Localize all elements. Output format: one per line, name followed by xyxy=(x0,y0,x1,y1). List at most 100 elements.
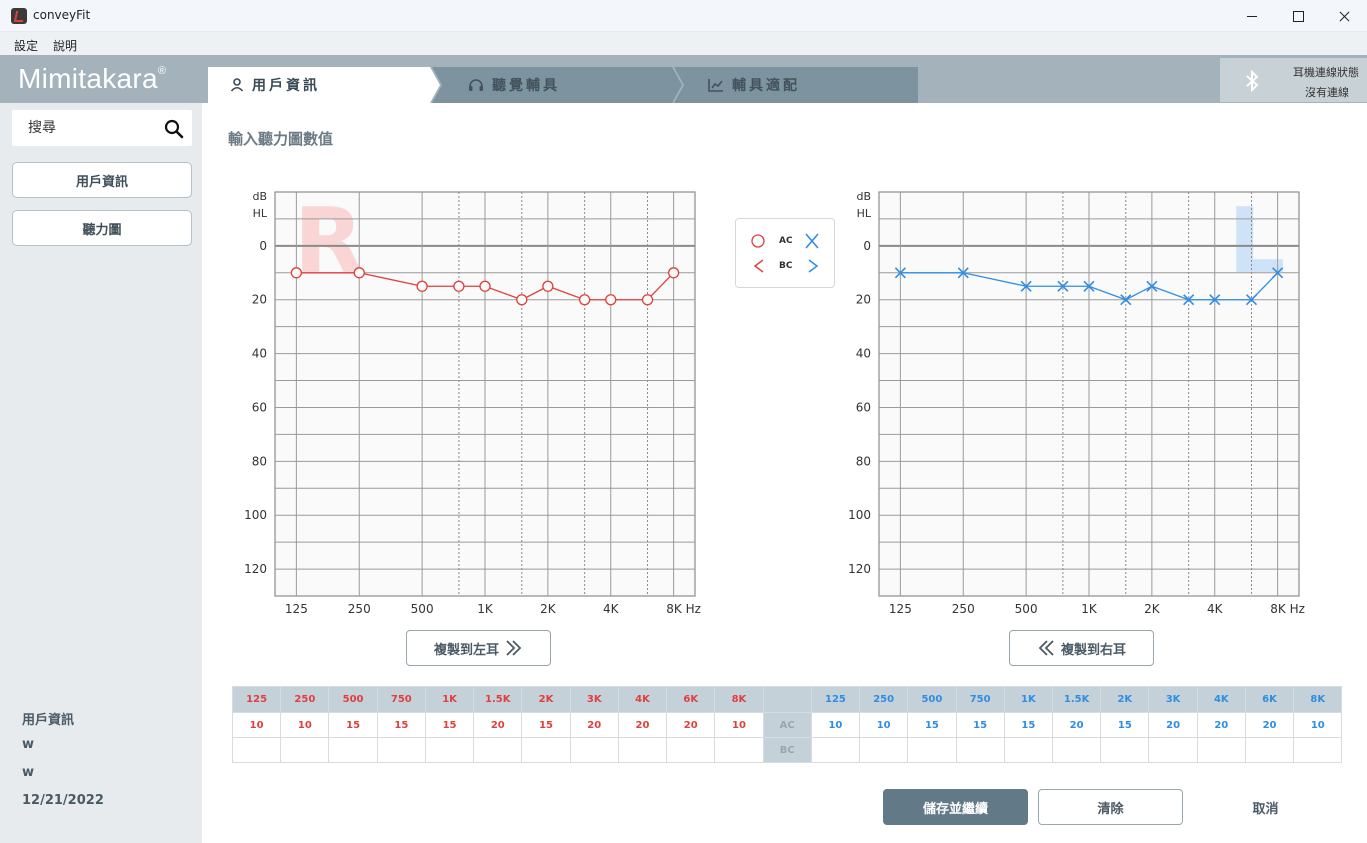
y-tick-label: 80 xyxy=(856,454,871,468)
ac-left-cell[interactable]: 20 xyxy=(1051,712,1102,738)
app-header: Mimitakara® 用戶資訊 聽覺輔具 輔具適配 耳機連線狀態 沒有連線 xyxy=(0,55,1367,103)
bc-right-cell[interactable] xyxy=(617,737,668,763)
data-point[interactable] xyxy=(667,267,680,279)
ac-left-cell[interactable]: 15 xyxy=(955,712,1005,738)
bc-left-cell[interactable] xyxy=(810,737,861,763)
y-tick-label: 0 xyxy=(863,239,871,253)
ac-right-cell[interactable]: 10 xyxy=(280,712,330,738)
save-continue-button[interactable]: 儲存並繼續 xyxy=(883,789,1028,825)
close-button[interactable] xyxy=(1321,0,1367,32)
freq-header-right: 6K xyxy=(666,686,716,713)
y-tick-label: 60 xyxy=(252,400,267,414)
y-axis-label: dB xyxy=(856,190,871,203)
data-point[interactable] xyxy=(353,267,365,279)
ac-left-cell[interactable]: 10 xyxy=(1293,712,1343,738)
ac-right-cell[interactable]: 20 xyxy=(617,712,668,738)
ac-right-cell[interactable]: 15 xyxy=(424,712,475,738)
search-icon[interactable] xyxy=(164,119,184,139)
tab-fitting[interactable]: 輔具適配 xyxy=(674,67,918,103)
ac-right-cell[interactable]: 10 xyxy=(231,712,282,738)
bc-right-cell[interactable] xyxy=(376,737,426,763)
sidebar-item-user-info[interactable]: 用戶資訊 xyxy=(12,162,192,198)
data-point[interactable] xyxy=(516,294,528,306)
ac-right-cell[interactable]: 10 xyxy=(714,712,764,738)
tab-hearing-aid[interactable]: 聽覺輔具 xyxy=(432,67,682,103)
tab-user-info[interactable]: 用戶資訊 xyxy=(208,67,440,103)
bc-right-cell[interactable] xyxy=(521,737,571,763)
ac-left-cell[interactable]: 15 xyxy=(907,712,957,738)
minimize-button[interactable] xyxy=(1229,0,1275,32)
x-tick-label: 125 xyxy=(889,602,912,616)
ac-right-symbol xyxy=(751,234,765,248)
bc-left-symbol xyxy=(808,259,819,273)
y-tick-label: 100 xyxy=(244,508,267,522)
bc-left-cell[interactable] xyxy=(1051,737,1102,763)
bc-left-cell[interactable] xyxy=(955,737,1005,763)
menu-settings[interactable]: 設定 xyxy=(14,37,38,54)
maximize-button[interactable] xyxy=(1275,0,1321,32)
bc-left-cell[interactable] xyxy=(907,737,957,763)
data-point[interactable] xyxy=(479,280,491,292)
data-point[interactable] xyxy=(641,294,654,306)
bc-left-cell[interactable] xyxy=(1148,737,1198,763)
row-label-bc: BC xyxy=(762,737,812,763)
freq-header-left: 1.5K xyxy=(1051,686,1102,713)
x-tick-label: 500 xyxy=(1015,602,1038,616)
copy-to-right-ear-button[interactable]: 複製到右耳 xyxy=(1009,630,1154,666)
x-tick-label: 125 xyxy=(285,602,308,616)
ac-right-cell[interactable]: 15 xyxy=(521,712,571,738)
bc-right-cell[interactable] xyxy=(328,737,378,763)
x-tick-label: 1K xyxy=(477,602,494,616)
bc-right-cell[interactable] xyxy=(569,737,619,763)
search-box xyxy=(12,110,192,146)
y-axis-label: HL xyxy=(253,207,268,220)
y-axis-label: HL xyxy=(857,207,872,220)
bc-right-cell[interactable] xyxy=(473,737,523,763)
ac-left-cell[interactable]: 20 xyxy=(1148,712,1198,738)
ac-left-cell[interactable]: 20 xyxy=(1244,712,1295,738)
ac-left-cell[interactable]: 10 xyxy=(859,712,909,738)
freq-header-right: 1K xyxy=(424,686,475,713)
ac-right-cell[interactable]: 15 xyxy=(376,712,426,738)
bc-left-cell[interactable] xyxy=(1293,737,1343,763)
bc-left-cell[interactable] xyxy=(1196,737,1246,763)
data-point[interactable] xyxy=(416,280,428,292)
data-point[interactable] xyxy=(605,294,617,306)
cancel-button[interactable]: 取消 xyxy=(1193,789,1338,825)
data-point[interactable] xyxy=(453,280,465,292)
app-icon xyxy=(11,8,27,24)
audiogram-right[interactable]: RdB HL 0 20 40 60 80 100 120 125 250 500 1K 2K 4K 8K Hz xyxy=(236,185,716,625)
bc-right-cell[interactable] xyxy=(666,737,716,763)
bc-left-cell[interactable] xyxy=(1003,737,1053,763)
bluetooth-icon xyxy=(1246,70,1259,92)
data-point[interactable] xyxy=(290,267,303,279)
audiogram-left[interactable]: LdB HL 0 20 40 60 80 100 120 125 250 500 1K 2K 4K 8K Hz xyxy=(840,185,1320,625)
bc-left-cell[interactable] xyxy=(1244,737,1295,763)
bc-right-cell[interactable] xyxy=(280,737,330,763)
bc-left-cell[interactable] xyxy=(859,737,909,763)
bc-right-cell[interactable] xyxy=(424,737,475,763)
x-tick-label: 2K xyxy=(1144,602,1161,616)
ac-right-cell[interactable]: 20 xyxy=(473,712,523,738)
data-point[interactable] xyxy=(542,280,554,292)
data-point[interactable] xyxy=(579,294,591,306)
bc-right-cell[interactable] xyxy=(714,737,764,763)
ac-left-cell[interactable]: 15 xyxy=(1100,712,1150,738)
ac-right-cell[interactable]: 20 xyxy=(666,712,716,738)
copy-to-left-ear-button[interactable]: 複製到左耳 xyxy=(406,630,551,666)
clear-button[interactable]: 清除 xyxy=(1038,789,1183,825)
bc-left-cell[interactable] xyxy=(1100,737,1150,763)
bc-right-cell[interactable] xyxy=(231,737,282,763)
y-tick-label: 20 xyxy=(252,293,267,307)
ac-right-cell[interactable]: 15 xyxy=(328,712,378,738)
ac-left-cell[interactable]: 15 xyxy=(1003,712,1053,738)
ac-left-cell[interactable]: 10 xyxy=(810,712,861,738)
freq-header-right: 500 xyxy=(328,686,378,713)
x-tick-label: 4K xyxy=(1207,602,1224,616)
ac-left-cell[interactable]: 20 xyxy=(1196,712,1246,738)
sidebar-item-audiogram[interactable]: 聽力圖 xyxy=(12,210,192,246)
menu-help[interactable]: 說明 xyxy=(53,37,77,54)
menu-bar: 設定 說明 xyxy=(0,32,1367,55)
ac-right-cell[interactable]: 20 xyxy=(569,712,619,738)
search-input[interactable] xyxy=(12,110,162,146)
